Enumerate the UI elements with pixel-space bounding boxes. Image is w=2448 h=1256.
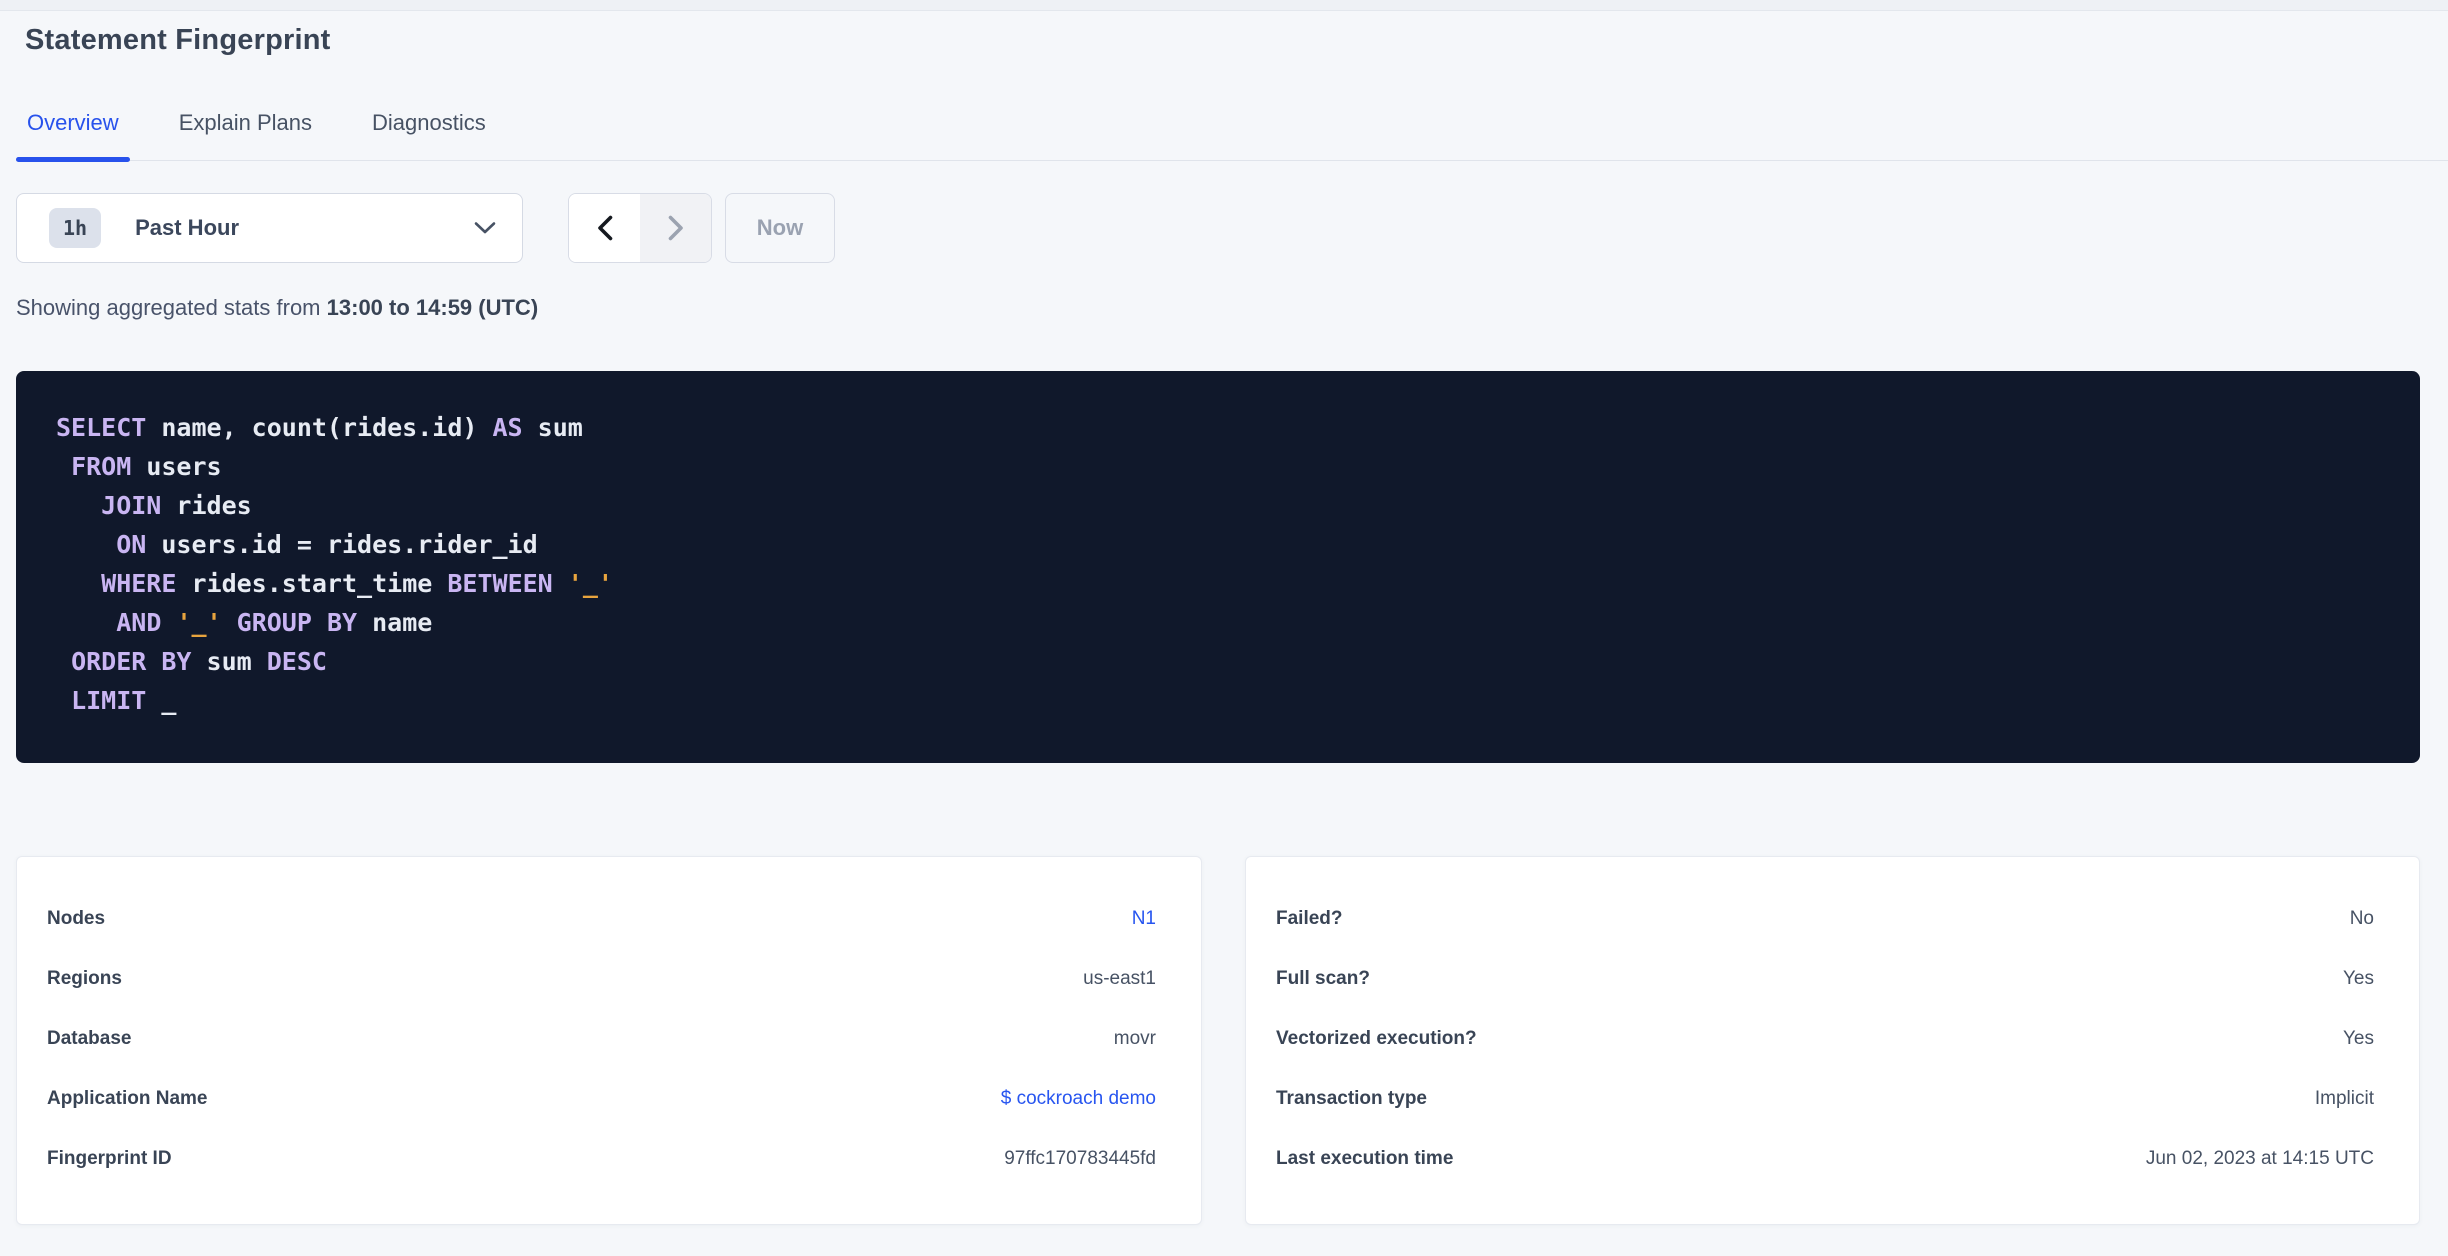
sql-token-id: name	[357, 608, 433, 637]
summary-card-right: Failed? No Full scan? Yes Vectorized executi…	[1245, 856, 2420, 1225]
sql-token-kw: JOIN	[101, 491, 162, 520]
row-label: Last execution time	[1276, 1148, 1454, 1169]
sql-token-id	[56, 686, 71, 715]
summary-row: Failed? No	[1276, 889, 2374, 949]
sql-token-id	[56, 647, 71, 676]
row-value: Implicit	[2314, 1088, 2374, 1109]
stats-summary: Showing aggregated stats from 13:00 to 1…	[16, 295, 2448, 321]
row-value: us-east1	[1083, 968, 1156, 989]
row-value: Yes	[2343, 1028, 2374, 1049]
time-pager	[568, 193, 712, 263]
sql-token-id: rides.start_time	[176, 569, 448, 598]
time-range-dropdown[interactable]: 1h Past Hour	[16, 193, 523, 263]
row-label: Transaction type	[1276, 1088, 1427, 1109]
summary-row: Vectorized execution? Yes	[1276, 1009, 2374, 1069]
tab-explain-plans[interactable]: Explain Plans	[168, 92, 323, 160]
sql-token-id	[56, 530, 116, 559]
summary-row: Full scan? Yes	[1276, 949, 2374, 1009]
summary-card-left: Nodes N1 Regions us-east1 Database movr Applic…	[16, 856, 1202, 1225]
sql-code: SELECT name, count(rides.id) AS sum FROM…	[56, 408, 2380, 720]
sql-token-id: _	[146, 686, 177, 715]
sql-token-id: name, count(rides.id)	[146, 413, 493, 442]
prev-time-button[interactable]	[569, 194, 640, 262]
sql-token-id	[56, 452, 71, 481]
sql-token-id	[553, 569, 568, 598]
sql-token-kw: LIMIT	[71, 686, 147, 715]
sql-token-kw: WHERE	[101, 569, 177, 598]
sql-token-kw: BETWEEN	[447, 569, 553, 598]
row-value: No	[2349, 908, 2374, 929]
sql-token-kw: FROM	[71, 452, 132, 481]
sql-token-id	[56, 608, 116, 637]
row-label: Failed?	[1276, 908, 1343, 929]
row-value: Yes	[2343, 968, 2374, 989]
sql-token-kw: AS	[492, 413, 523, 442]
time-picker-row: 1h Past Hour Now	[16, 193, 2448, 263]
interval-badge: 1h	[49, 208, 102, 248]
sql-token-str: '_'	[176, 608, 222, 637]
sql-token-id	[56, 569, 101, 598]
row-label: Application Name	[47, 1088, 208, 1109]
summary-row: Nodes N1	[47, 889, 1156, 949]
stats-summary-range: 13:00 to 14:59 (UTC)	[326, 295, 539, 320]
sql-token-id	[56, 491, 101, 520]
sql-token-kw: ORDER BY	[71, 647, 192, 676]
summary-row: Database movr	[47, 1009, 1156, 1069]
row-value-link[interactable]: $ cockroach demo	[1001, 1088, 1156, 1110]
summary-row: Transaction type Implicit	[1276, 1069, 2374, 1129]
row-label: Full scan?	[1276, 968, 1370, 989]
row-value-link[interactable]: N1	[1132, 908, 1156, 930]
sql-token-kw: DESC	[266, 647, 327, 676]
summary-cards: Nodes N1 Regions us-east1 Database movr Applic…	[16, 856, 2420, 1225]
summary-row: Application Name $ cockroach demo	[47, 1069, 1156, 1129]
summary-row: Regions us-east1	[47, 949, 1156, 1009]
chevron-right-icon	[668, 215, 684, 241]
sql-token-kw: AND	[116, 608, 162, 637]
page-title: Statement Fingerprint	[25, 24, 331, 56]
tab-overview[interactable]: Overview	[16, 92, 130, 162]
next-time-button[interactable]	[640, 194, 711, 262]
sql-token-kw: GROUP BY	[236, 608, 358, 637]
chevron-left-icon	[597, 215, 613, 241]
sql-token-str: '_'	[567, 569, 613, 598]
sql-token-id: users.id = rides.rider_id	[146, 530, 538, 559]
summary-row: Fingerprint ID 97ffc170783445fd	[47, 1129, 1156, 1189]
now-button[interactable]: Now	[725, 193, 835, 263]
sql-token-id: users	[131, 452, 222, 481]
tab-bar: Overview Explain Plans Diagnostics	[16, 92, 2448, 162]
summary-row: Last execution time Jun 02, 2023 at 14:15…	[1276, 1129, 2374, 1189]
row-value: Jun 02, 2023 at 14:15 UTC	[2145, 1148, 2374, 1169]
stats-summary-prefix: Showing aggregated stats from	[16, 295, 321, 320]
row-label: Nodes	[47, 908, 106, 929]
row-value: 97ffc170783445fd	[1004, 1148, 1156, 1169]
row-value: movr	[1113, 1028, 1156, 1049]
time-range-label: Past Hour	[135, 215, 240, 240]
sql-token-id	[161, 608, 176, 637]
row-label: Regions	[47, 968, 122, 989]
top-divider	[0, 0, 2448, 11]
sql-token-id: rides	[161, 491, 252, 520]
row-label: Fingerprint ID	[47, 1148, 172, 1169]
sql-token-id: sum	[522, 413, 583, 442]
sql-token-id: sum	[191, 647, 267, 676]
row-label: Vectorized execution?	[1276, 1028, 1477, 1049]
row-label: Database	[47, 1028, 132, 1049]
chevron-down-icon	[474, 221, 496, 235]
sql-token-kw: ON	[116, 530, 147, 559]
sql-token-id	[222, 608, 237, 637]
sql-statement-box: SELECT name, count(rides.id) AS sum FROM…	[16, 371, 2420, 763]
tab-diagnostics[interactable]: Diagnostics	[361, 92, 497, 160]
sql-token-kw: SELECT	[56, 413, 147, 442]
